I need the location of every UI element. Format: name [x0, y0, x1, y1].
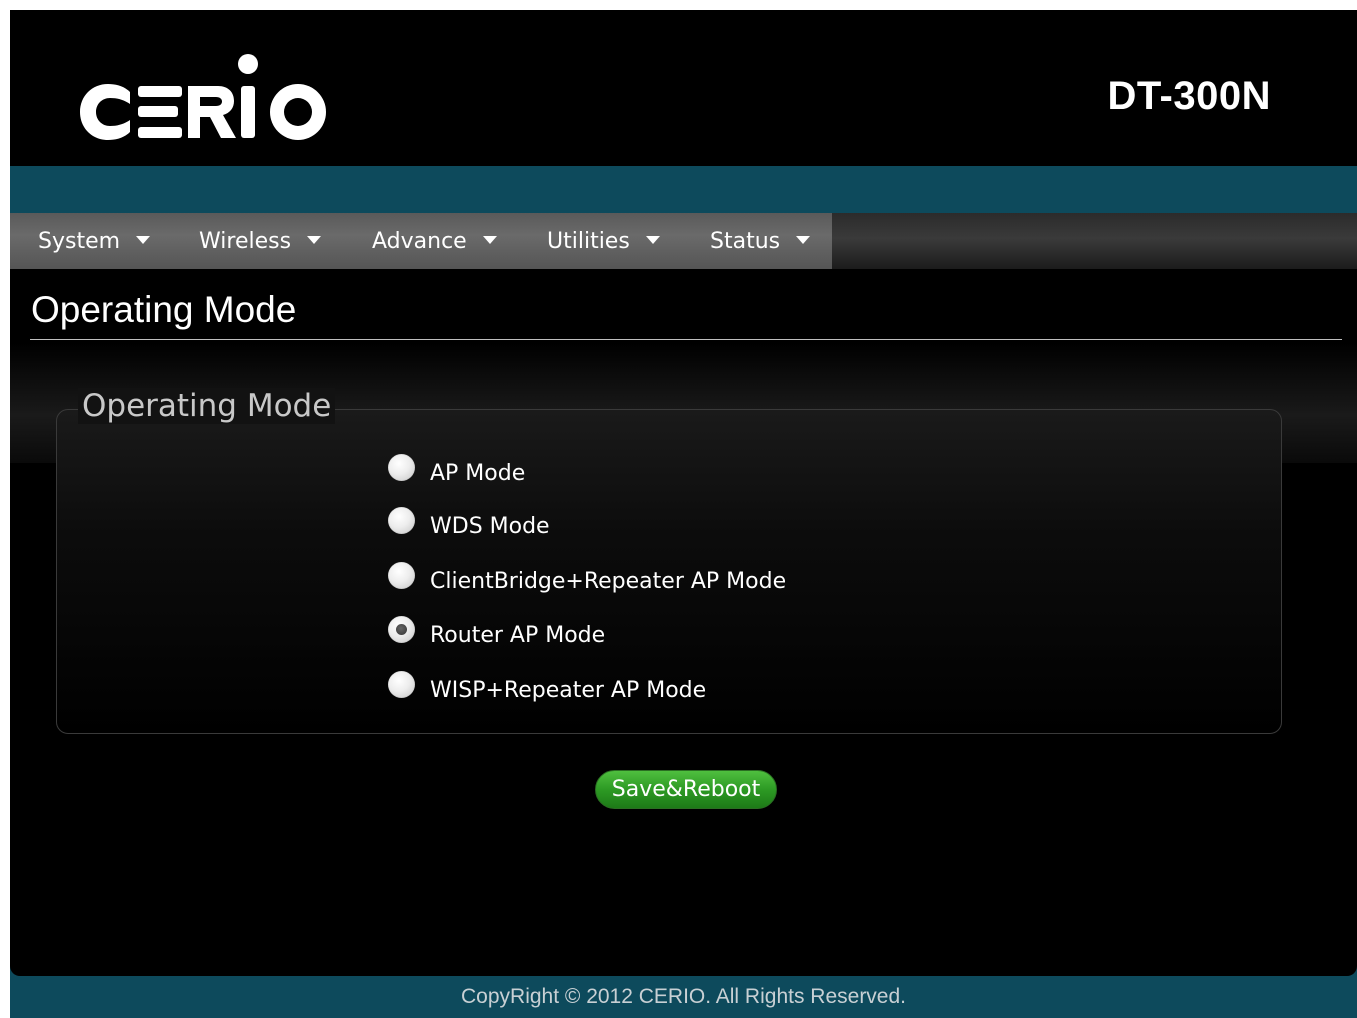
footer-copyright: CopyRight © 2012 CERIO. All Rights Reser… [461, 985, 906, 1008]
menu-bar: System Wireless Advance Utilities Status [10, 213, 1357, 269]
menu-utilities-label: Utilities [547, 228, 630, 254]
header: DT-300N [10, 10, 1357, 166]
menu-wireless-label: Wireless [199, 228, 292, 254]
page-title: Operating Mode [31, 289, 297, 330]
menu-advance[interactable]: Advance [372, 213, 497, 269]
menu-wireless[interactable]: Wireless [199, 213, 322, 269]
divider [30, 339, 1342, 340]
model-name: DT-300N [1107, 74, 1271, 118]
menu-system-label: System [38, 228, 121, 254]
radio-button[interactable] [388, 671, 415, 698]
chevron-down-icon [482, 236, 497, 244]
radio-button-selected[interactable] [388, 616, 415, 643]
radio-button[interactable] [388, 454, 415, 481]
radio-label: WDS Mode [430, 514, 550, 539]
radio-ap-mode[interactable]: AP Mode [388, 454, 526, 486]
chevron-down-icon [645, 236, 660, 244]
radio-clientbridge-repeater-ap-mode[interactable]: ClientBridge+Repeater AP Mode [388, 562, 787, 594]
chevron-down-icon [136, 236, 151, 244]
cerio-logo [80, 54, 326, 140]
menu-advance-label: Advance [372, 228, 467, 254]
radio-button[interactable] [388, 507, 415, 534]
radio-label: Router AP Mode [430, 623, 606, 648]
chevron-down-icon [796, 236, 811, 244]
menu-utilities[interactable]: Utilities [547, 213, 660, 269]
content-panel: System Wireless Advance Utilities Status [10, 213, 1357, 976]
chevron-down-icon [307, 236, 322, 244]
radio-label: AP Mode [430, 461, 526, 486]
save-reboot-button[interactable]: Save&Reboot [595, 770, 777, 809]
menu-status[interactable]: Status [710, 213, 811, 269]
radio-wds-mode[interactable]: WDS Mode [388, 507, 550, 539]
teal-strip [10, 166, 1357, 213]
menu-group: System Wireless Advance Utilities Status [10, 213, 832, 269]
menu-system[interactable]: System [38, 213, 151, 269]
radio-button[interactable] [388, 562, 415, 589]
menu-status-label: Status [710, 228, 781, 254]
radio-label: ClientBridge+Repeater AP Mode [430, 569, 787, 594]
radio-router-ap-mode[interactable]: Router AP Mode [388, 616, 606, 648]
radio-wisp-repeater-ap-mode[interactable]: WISP+Repeater AP Mode [388, 671, 707, 703]
radio-label: WISP+Repeater AP Mode [430, 678, 707, 703]
app-frame: DT-300N System Wireless Advance Utilitie [10, 10, 1357, 1018]
fieldset-legend: Operating Mode [78, 388, 336, 424]
